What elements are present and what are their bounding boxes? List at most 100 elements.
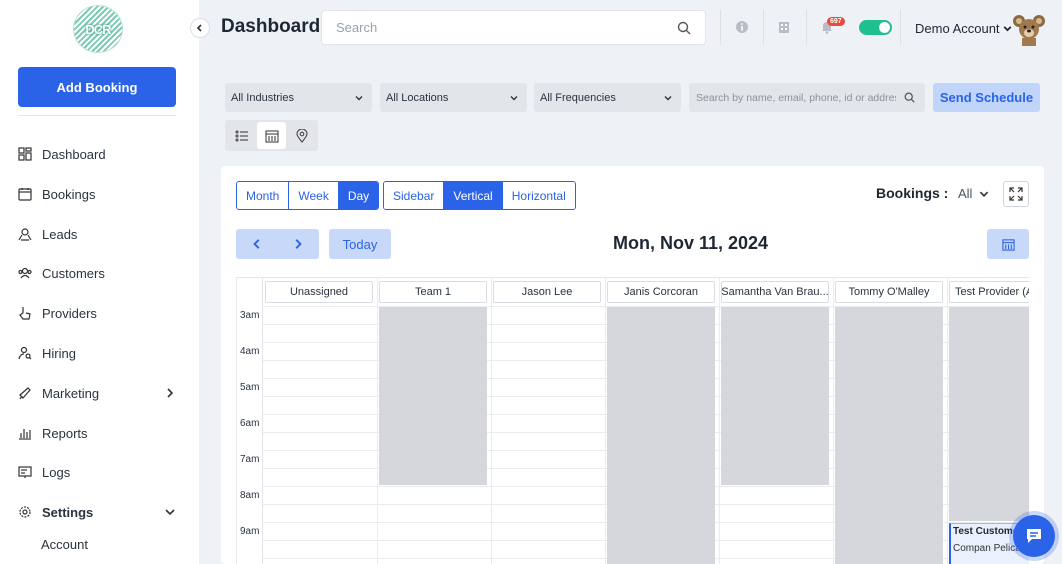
chevron-left-icon bbox=[196, 24, 202, 32]
account-name: Demo Account bbox=[915, 21, 1000, 36]
map-pin-icon bbox=[295, 128, 308, 143]
horizontal-layout-button[interactable]: Horizontal bbox=[502, 182, 575, 209]
add-booking-button[interactable]: Add Booking bbox=[18, 67, 176, 107]
sidebar: DCR Add Booking Dashboard Bookings Leads… bbox=[0, 0, 199, 564]
unavailable-block bbox=[379, 307, 487, 485]
sidebar-subitem-account[interactable]: Account bbox=[41, 537, 88, 552]
date-picker-button[interactable] bbox=[987, 229, 1029, 259]
megaphone-icon bbox=[18, 386, 32, 400]
calendar-view-button[interactable] bbox=[257, 122, 286, 149]
sidebar-item-label: Dashboard bbox=[42, 146, 106, 162]
day-view-button[interactable]: Day bbox=[338, 182, 379, 209]
list-view-button[interactable] bbox=[227, 122, 256, 149]
sidebar-item-leads[interactable]: Leads bbox=[18, 223, 183, 245]
sidebar-item-reports[interactable]: Reports bbox=[18, 422, 183, 444]
header-divider bbox=[900, 10, 901, 45]
bookings-filter-select[interactable]: All bbox=[958, 186, 990, 201]
chevron-down-icon bbox=[1003, 26, 1011, 32]
collapse-sidebar-button[interactable] bbox=[190, 18, 210, 38]
grid-line bbox=[491, 278, 492, 564]
month-view-button[interactable]: Month bbox=[237, 182, 290, 209]
sidebar-item-label: Logs bbox=[42, 464, 71, 480]
layout-view-toggle: Sidebar Vertical Horizontal bbox=[383, 181, 576, 210]
sidebar-divider bbox=[18, 115, 176, 116]
resource-header[interactable]: Janis Corcoran bbox=[607, 281, 715, 303]
user-search-icon bbox=[18, 346, 32, 360]
industries-select[interactable]: All Industries bbox=[225, 83, 372, 112]
booking-search bbox=[689, 83, 925, 112]
unavailable-block bbox=[607, 307, 715, 564]
grid-line bbox=[605, 278, 606, 564]
search-input[interactable] bbox=[336, 20, 677, 35]
fullscreen-button[interactable] bbox=[1003, 181, 1029, 207]
sidebar-item-label: Reports bbox=[42, 425, 88, 441]
chevron-down-icon bbox=[355, 96, 363, 101]
chevron-right-icon bbox=[167, 388, 174, 398]
sidebar-layout-button[interactable]: Sidebar bbox=[384, 182, 445, 209]
time-label: 8am bbox=[240, 490, 260, 501]
resource-header[interactable]: Samantha Van Brau... bbox=[721, 281, 829, 303]
sidebar-item-providers[interactable]: Providers bbox=[18, 302, 183, 324]
unavailable-block bbox=[949, 307, 1029, 521]
chart-icon bbox=[18, 426, 32, 440]
account-menu[interactable]: Demo Account bbox=[915, 21, 1013, 36]
locations-select[interactable]: All Locations bbox=[380, 83, 527, 112]
map-view-button[interactable] bbox=[287, 122, 316, 149]
today-button[interactable]: Today bbox=[329, 229, 391, 259]
grid-line bbox=[719, 278, 720, 564]
resource-header[interactable]: Jason Lee bbox=[493, 281, 601, 303]
booking-search-input[interactable] bbox=[696, 91, 896, 104]
chevron-down-icon bbox=[510, 96, 518, 101]
unavailable-block bbox=[835, 307, 943, 564]
vertical-layout-button[interactable]: Vertical bbox=[444, 182, 503, 209]
view-switcher bbox=[225, 120, 318, 151]
search-icon[interactable] bbox=[904, 92, 915, 103]
grid-line bbox=[833, 278, 834, 564]
chat-icon bbox=[1027, 529, 1041, 543]
week-view-button[interactable]: Week bbox=[289, 182, 339, 209]
calendar-icon bbox=[18, 187, 32, 201]
grid-icon bbox=[18, 147, 32, 161]
chevron-left-icon bbox=[252, 239, 260, 249]
range-view-toggle: Month Week Day bbox=[236, 181, 380, 210]
grid-line bbox=[377, 278, 378, 564]
bookings-filter-label: Bookings : bbox=[876, 185, 949, 201]
resource-header[interactable]: Test Provider (Al bbox=[949, 281, 1029, 303]
sidebar-item-label: Customers bbox=[42, 265, 105, 281]
sidebar-item-label: Bookings bbox=[42, 186, 96, 202]
sidebar-item-marketing[interactable]: Marketing bbox=[18, 382, 183, 404]
frequencies-select[interactable]: All Frequencies bbox=[534, 83, 681, 112]
log-icon bbox=[18, 465, 32, 479]
header-divider bbox=[806, 10, 807, 45]
calendar-date: Mon, Nov 11, 2024 bbox=[613, 233, 769, 253]
sidebar-item-dashboard[interactable]: Dashboard bbox=[18, 143, 183, 165]
sidebar-item-customers[interactable]: Customers bbox=[18, 262, 183, 284]
calendar-icon bbox=[1001, 238, 1015, 251]
resource-header[interactable]: Team 1 bbox=[379, 281, 487, 303]
leads-icon bbox=[18, 227, 32, 241]
info-icon[interactable] bbox=[734, 19, 750, 35]
day-schedule-grid: 3am 4am 5am 6am 7am 8am 9am Unassigned T… bbox=[236, 277, 1029, 564]
time-label: 9am bbox=[240, 526, 260, 537]
building-icon[interactable] bbox=[776, 19, 792, 35]
gear-icon bbox=[18, 505, 32, 519]
date-navigation bbox=[236, 229, 319, 259]
resource-header[interactable]: Unassigned bbox=[265, 281, 373, 303]
avatar[interactable] bbox=[1012, 12, 1046, 46]
sidebar-item-bookings[interactable]: Bookings bbox=[18, 183, 183, 205]
resource-header[interactable]: Tommy O'Malley bbox=[835, 281, 943, 303]
next-day-button[interactable] bbox=[278, 229, 320, 259]
time-label: 5am bbox=[240, 382, 260, 393]
bookings-filter-value: All bbox=[958, 186, 973, 201]
grid-line bbox=[947, 278, 948, 564]
sidebar-item-logs[interactable]: Logs bbox=[18, 461, 183, 483]
previous-day-button[interactable] bbox=[236, 229, 278, 259]
sidebar-item-hiring[interactable]: Hiring bbox=[18, 342, 183, 364]
logo[interactable]: DCR bbox=[73, 5, 123, 53]
locations-value: All Locations bbox=[386, 91, 449, 104]
sidebar-item-settings[interactable]: Settings bbox=[18, 501, 183, 523]
send-schedule-button[interactable]: Send Schedule bbox=[933, 83, 1040, 112]
search-icon[interactable] bbox=[677, 21, 691, 35]
status-toggle[interactable] bbox=[859, 20, 892, 35]
chat-button[interactable] bbox=[1013, 515, 1055, 557]
